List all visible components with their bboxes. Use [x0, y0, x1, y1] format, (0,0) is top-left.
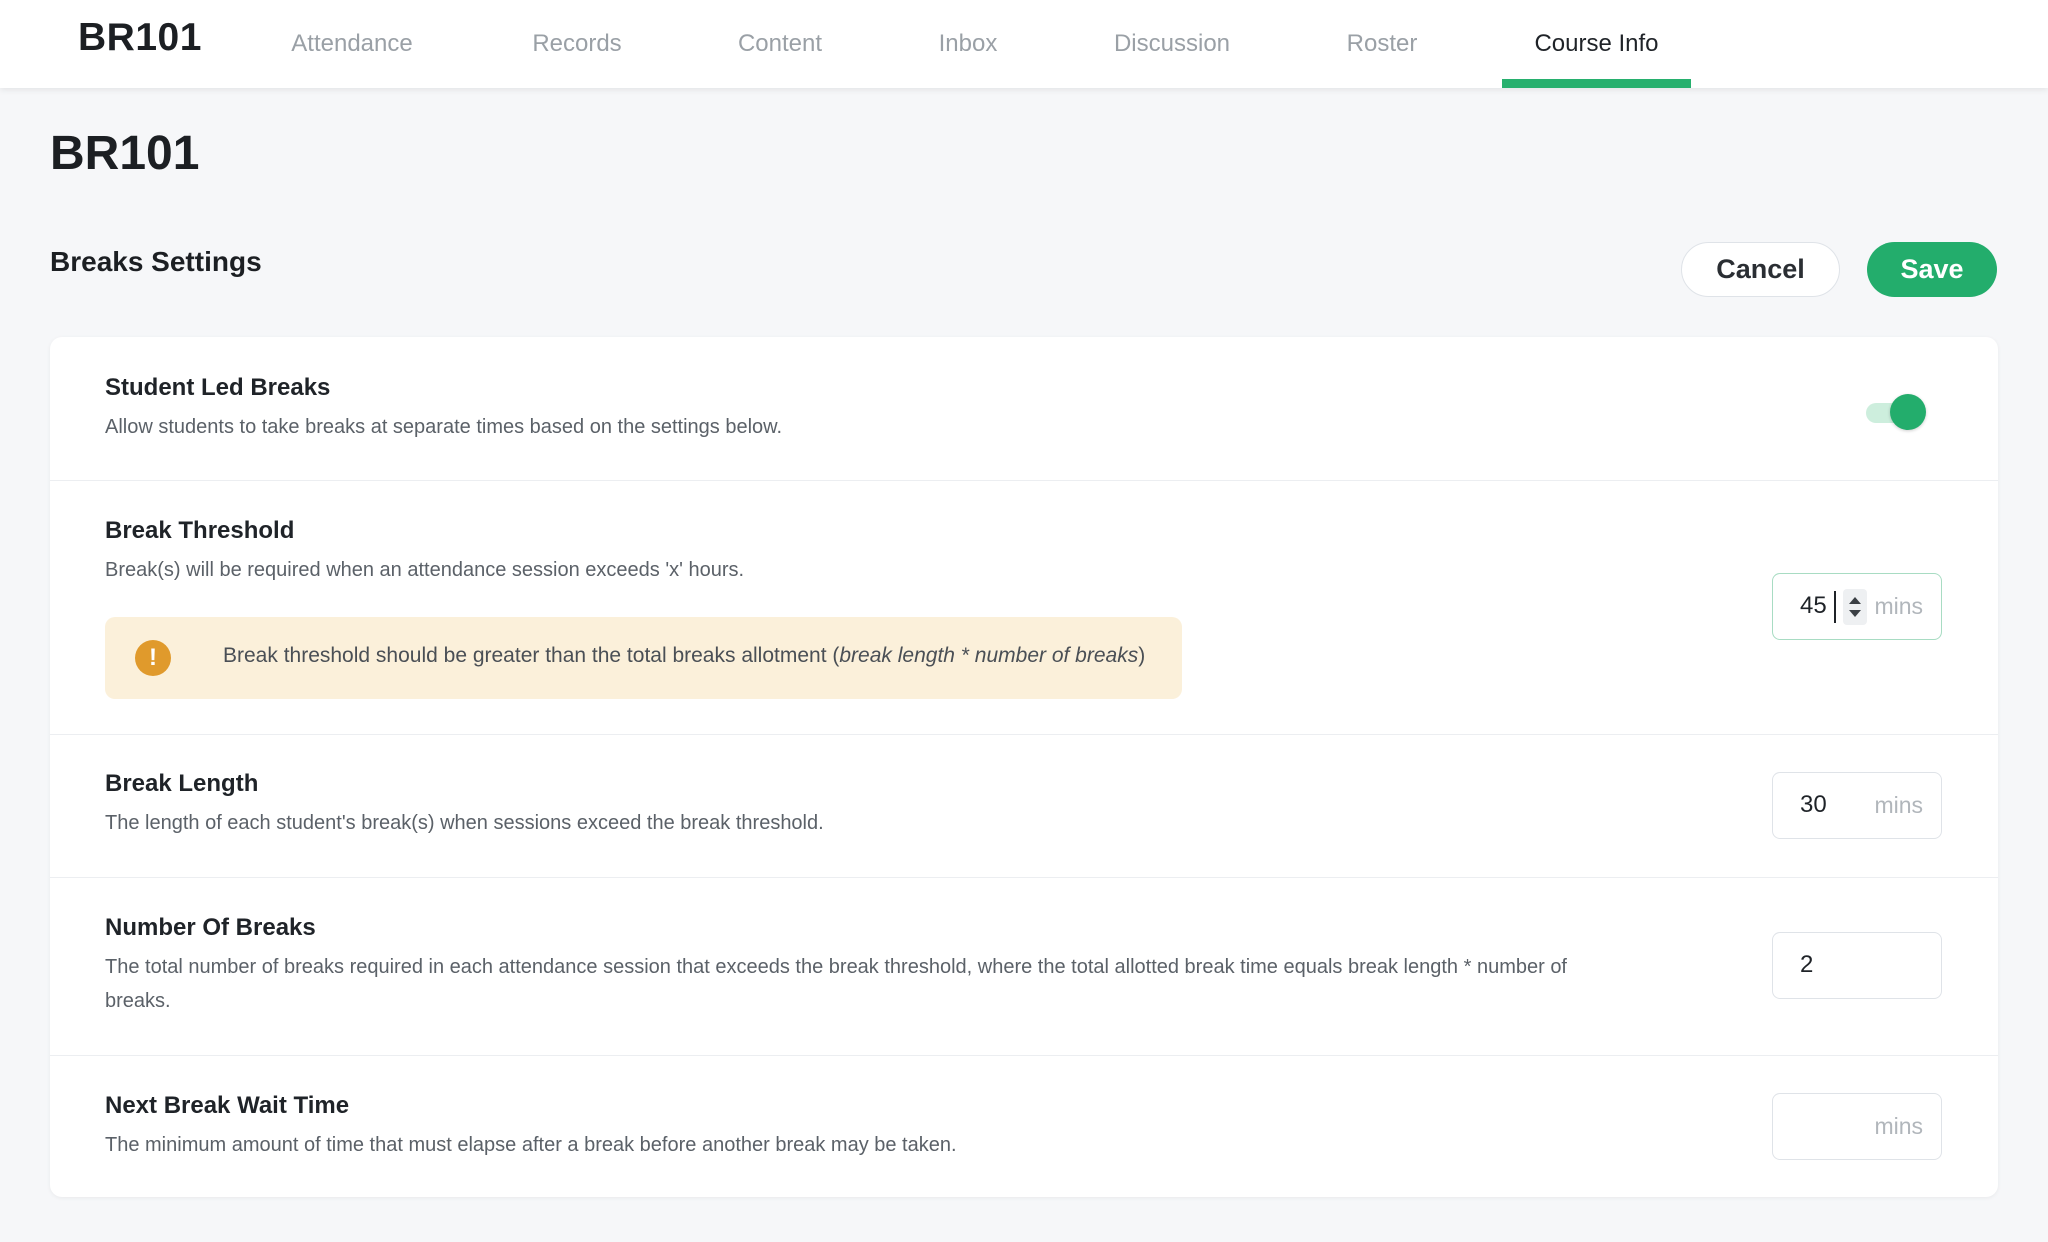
page-title: BR101 [50, 127, 200, 180]
break-length-title: Break Length [105, 770, 259, 797]
threshold-warning-banner: ! Break threshold should be greater than… [105, 617, 1182, 699]
number-of-breaks-description-line2: breaks. [105, 990, 171, 1012]
cancel-button[interactable]: Cancel [1681, 242, 1840, 297]
break-threshold-description: Break(s) will be required when an attend… [105, 559, 745, 581]
break-threshold-unit: mins [1874, 593, 1923, 619]
number-of-breaks-description-line1: The total number of breaks required in e… [105, 956, 1567, 978]
divider [50, 480, 1998, 481]
tab-discussion[interactable]: Discussion [1082, 0, 1262, 88]
next-break-wait-time-unit: mins [1874, 1113, 1923, 1139]
save-button[interactable]: Save [1867, 242, 1997, 297]
next-break-wait-time-value[interactable] [1800, 1112, 1860, 1140]
top-navigation: BR101 Attendance Records Content Inbox D… [0, 0, 2048, 88]
student-led-breaks-title: Student Led Breaks [105, 374, 331, 401]
next-break-wait-time-title: Next Break Wait Time [105, 1092, 350, 1119]
tab-attendance[interactable]: Attendance [262, 0, 442, 88]
break-length-description: The length of each student's break(s) wh… [105, 812, 824, 834]
number-of-breaks-value[interactable] [1800, 951, 1860, 979]
warning-formula: break length * number of breaks [839, 644, 1139, 667]
breaks-settings-card: Student Led Breaks Allow students to tak… [50, 337, 1998, 1197]
number-spinner[interactable] [1843, 589, 1867, 625]
course-brand[interactable]: BR101 [78, 16, 202, 60]
tab-content[interactable]: Content [690, 0, 870, 88]
section-title: Breaks Settings [50, 246, 262, 277]
divider [50, 1055, 1998, 1056]
tab-inbox[interactable]: Inbox [878, 0, 1058, 88]
divider [50, 734, 1998, 735]
spinner-up-icon[interactable] [1849, 597, 1861, 604]
next-break-wait-time-description: The minimum amount of time that must ela… [105, 1134, 957, 1156]
student-led-breaks-toggle[interactable] [1864, 394, 1928, 430]
exclamation-icon: ! [135, 640, 171, 676]
break-length-value[interactable] [1800, 791, 1860, 819]
active-tab-indicator [1502, 79, 1691, 88]
tab-course-info[interactable]: Course Info [1502, 0, 1691, 88]
tab-roster[interactable]: Roster [1292, 0, 1472, 88]
divider [50, 877, 1998, 878]
toggle-knob [1890, 394, 1926, 430]
number-of-breaks-input[interactable] [1772, 932, 1942, 999]
threshold-warning-text: Break threshold should be greater than t… [223, 644, 1146, 667]
next-break-wait-time-input[interactable]: mins [1772, 1093, 1942, 1160]
student-led-breaks-description: Allow students to take breaks at separat… [105, 416, 783, 438]
spinner-down-icon[interactable] [1849, 610, 1861, 617]
break-threshold-title: Break Threshold [105, 517, 295, 544]
number-of-breaks-title: Number Of Breaks [105, 914, 316, 941]
break-length-unit: mins [1874, 792, 1923, 818]
break-threshold-input[interactable]: mins [1772, 573, 1942, 640]
text-caret [1834, 591, 1836, 623]
tab-records[interactable]: Records [487, 0, 667, 88]
break-length-input[interactable]: mins [1772, 772, 1942, 839]
